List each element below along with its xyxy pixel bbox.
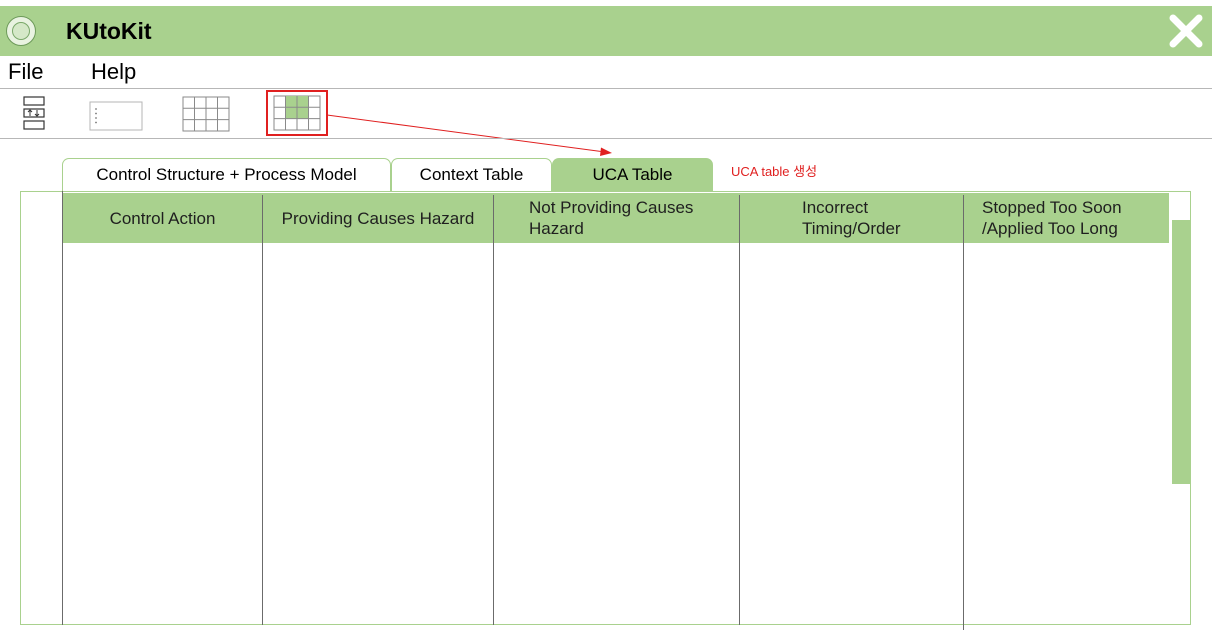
- university-seal-icon: [6, 16, 36, 46]
- context-table-grid-icon[interactable]: [182, 96, 230, 132]
- app-title: KUtoKit: [66, 18, 152, 44]
- column-header-control-action: Control Action: [109, 208, 216, 228]
- column-header-providing: Providing Causes Hazard: [281, 208, 475, 228]
- close-icon[interactable]: [1167, 12, 1205, 50]
- uca-table-grid-icon[interactable]: [266, 90, 328, 136]
- toolbar-bottom-divider: [0, 138, 1212, 139]
- menu-file[interactable]: File: [8, 58, 43, 86]
- annotation-arrow: [326, 114, 612, 156]
- uca-table-panel: [20, 191, 1191, 625]
- tab-uca-table[interactable]: UCA Table: [552, 158, 713, 191]
- abcd-list-icon[interactable]: [89, 101, 143, 131]
- tab-control-structure[interactable]: Control Structure + Process Model: [62, 158, 391, 191]
- uca-table-annotation: UCA table 생성: [731, 164, 818, 179]
- title-bar: KUtoKit: [0, 6, 1212, 56]
- menu-bar: File Help: [0, 56, 1212, 88]
- toolbar-top-divider: [0, 88, 1212, 89]
- column-header-stopped-too-soon: Stopped Too Soon /Applied Too Long: [982, 198, 1122, 238]
- uca-table-header: Control Action Providing Causes Hazard N…: [63, 193, 1169, 243]
- column-divider: [262, 195, 263, 625]
- column-header-incorrect-timing: Incorrect Timing/Order: [802, 198, 901, 238]
- control-structure-icon[interactable]: [22, 96, 48, 130]
- column-divider: [963, 195, 964, 630]
- column-header-not-providing: Not Providing Causes Hazard: [529, 198, 694, 238]
- row-gutter-divider: [62, 191, 63, 625]
- table-scrollbar-thumb[interactable]: [1172, 220, 1190, 484]
- menu-help[interactable]: Help: [91, 58, 136, 86]
- tab-context-table[interactable]: Context Table: [391, 158, 552, 191]
- column-divider: [493, 195, 494, 625]
- column-divider: [739, 195, 740, 625]
